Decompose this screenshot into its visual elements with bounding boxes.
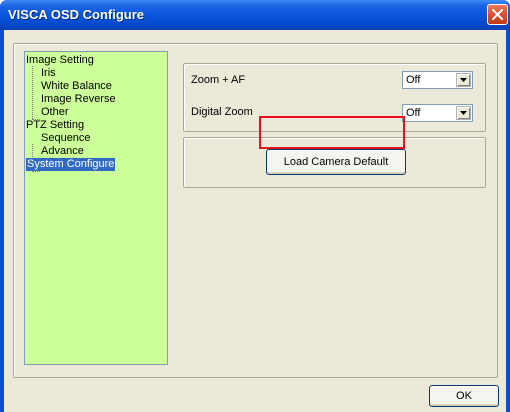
- tree-item-advance[interactable]: Advance: [41, 145, 84, 158]
- dialog-client-area: Image Setting Iris White Balance Image R…: [4, 30, 506, 412]
- tree-item-system-configure[interactable]: System Configure: [26, 158, 116, 171]
- close-icon: [492, 9, 503, 20]
- zoom-af-value: Off: [406, 74, 421, 86]
- load-camera-default-button[interactable]: Load Camera Default: [266, 149, 406, 175]
- tree-item-white-balance[interactable]: White Balance: [41, 80, 112, 93]
- digital-zoom-select[interactable]: Off: [402, 104, 473, 122]
- tree-connector: [32, 66, 33, 119]
- tree-item-image-setting[interactable]: Image Setting: [26, 54, 94, 67]
- tree-item-sequence[interactable]: Sequence: [41, 132, 91, 145]
- close-button[interactable]: [487, 4, 508, 25]
- zoom-af-select[interactable]: Off: [402, 71, 473, 89]
- window-title: VISCA OSD Configure: [8, 7, 145, 22]
- digital-zoom-dropdown-button[interactable]: [456, 106, 471, 120]
- tree-item-other[interactable]: Other: [41, 106, 69, 119]
- title-bar[interactable]: VISCA OSD Configure: [0, 0, 510, 30]
- tree-connector: [32, 171, 40, 172]
- chevron-down-icon: [460, 78, 467, 82]
- digital-zoom-label: Digital Zoom: [191, 106, 253, 118]
- tree-item-ptz-setting[interactable]: PTZ Setting: [26, 119, 84, 132]
- zoom-af-dropdown-button[interactable]: [456, 73, 471, 87]
- tree-item-image-reverse[interactable]: Image Reverse: [41, 93, 116, 106]
- settings-tree[interactable]: Image Setting Iris White Balance Image R…: [24, 51, 168, 365]
- ok-button[interactable]: OK: [429, 385, 499, 407]
- tree-item-iris[interactable]: Iris: [41, 67, 56, 80]
- zoom-af-label: Zoom + AF: [191, 74, 246, 86]
- chevron-down-icon: [460, 111, 467, 115]
- dialog-window: VISCA OSD Configure Image Setting Iris W…: [0, 0, 510, 412]
- digital-zoom-value: Off: [406, 107, 421, 119]
- annotation-highlight: [259, 116, 405, 149]
